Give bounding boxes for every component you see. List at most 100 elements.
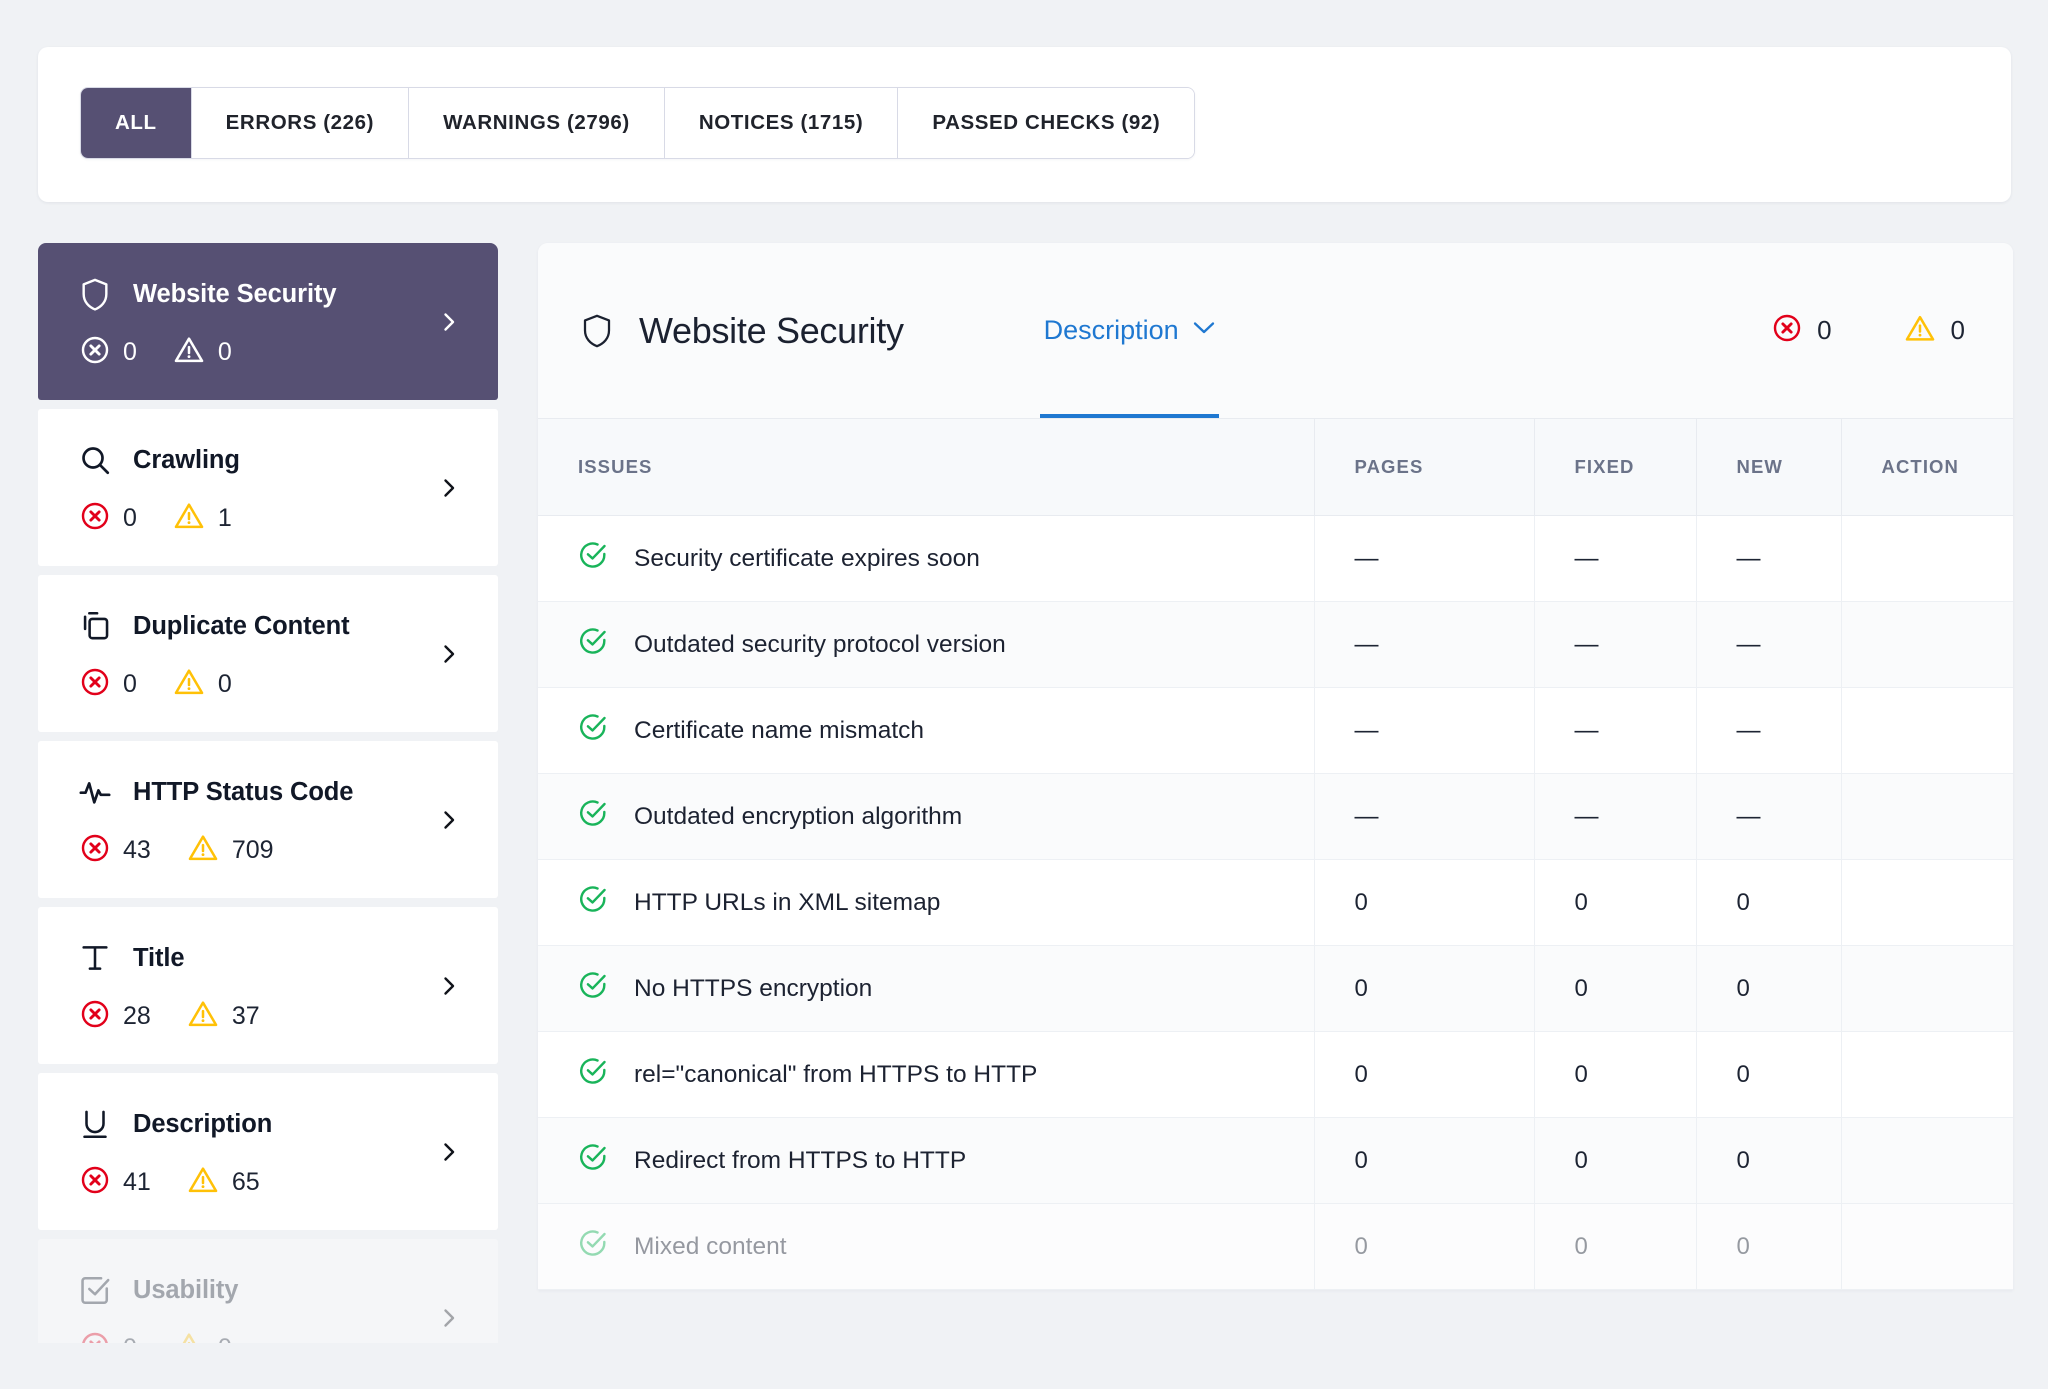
- chevron-right-icon[interactable]: [438, 643, 460, 665]
- filter-tab-errors-226[interactable]: ERRORS (226): [190, 88, 409, 158]
- sidebar-item-title[interactable]: Title 28 37: [38, 907, 498, 1064]
- cell-action[interactable]: [1841, 1031, 2013, 1118]
- cell-issue: rel="canonical" from HTTPS to HTTP: [538, 1031, 1315, 1118]
- sidebar-item-website-security[interactable]: Website Security 0 0: [38, 243, 498, 400]
- sidebar-error-stat: 41: [80, 1165, 151, 1200]
- issue-filter-tabs[interactable]: ALL ERRORS (226) WARNINGS (2796) NOTICES (1…: [80, 87, 1196, 159]
- chevron-right-icon[interactable]: [438, 809, 460, 831]
- filter-tabs-card: ALL ERRORS (226) WARNINGS (2796) NOTICES (1…: [38, 47, 2011, 202]
- description-dropdown[interactable]: Description: [1039, 243, 1219, 418]
- error-circle-x-icon: [80, 1165, 110, 1200]
- cell-new: 0: [1696, 1031, 1842, 1118]
- sidebar-warning-stat: 0: [173, 667, 232, 702]
- table-row[interactable]: No HTTPS encryption 0 0 0: [538, 945, 2013, 1032]
- sidebar-item-crawling[interactable]: Crawling 0 1: [38, 409, 498, 566]
- table-row[interactable]: Mixed content 0 0 0: [538, 1203, 2013, 1290]
- sidebar-item-usability[interactable]: Usability00: [38, 1239, 498, 1343]
- cell-action[interactable]: [1841, 601, 2013, 688]
- error-circle-x-icon: [80, 667, 110, 702]
- sidebar-item-label: Crawling: [133, 445, 240, 474]
- table-row[interactable]: rel="canonical" from HTTPS to HTTP 0 0 0: [538, 1031, 2013, 1118]
- sidebar-warning-count: 0: [217, 338, 232, 366]
- check-circle-icon: [578, 970, 608, 1007]
- chevron-right-icon[interactable]: [438, 311, 460, 333]
- cell-action[interactable]: [1841, 859, 2013, 946]
- cell-pages: 0: [1314, 945, 1535, 1032]
- issue-label: HTTP URLs in XML sitemap: [634, 888, 941, 916]
- sidebar-error-count: 0: [123, 504, 137, 532]
- chevron-right-icon[interactable]: [438, 1141, 460, 1163]
- cell-issue: Mixed content: [538, 1203, 1315, 1290]
- cell-fixed: 0: [1534, 1203, 1697, 1290]
- issue-label: Mixed content: [634, 1232, 787, 1260]
- cell-action[interactable]: [1841, 1117, 2013, 1204]
- issues-panel: Website Security Description 0 0 ISSUES …: [538, 243, 2013, 1290]
- sidebar-item-heading: HTTP Status Code: [78, 775, 458, 809]
- issue-label: Outdated encryption algorithm: [634, 802, 963, 830]
- filter-tab-all[interactable]: ALL: [81, 88, 191, 158]
- cell-action[interactable]: [1841, 687, 2013, 774]
- check-circle-icon: [578, 1142, 608, 1179]
- cell-action[interactable]: [1841, 945, 2013, 1032]
- audit-page: ALL ERRORS (226) WARNINGS (2796) NOTICES (1…: [0, 0, 2048, 1389]
- table-row[interactable]: Certificate name mismatch — — —: [538, 687, 2013, 774]
- sidebar-item-description[interactable]: Description 41 65: [38, 1073, 498, 1230]
- header-warning-count: 0: [1904, 314, 1965, 348]
- cell-new: —: [1696, 515, 1842, 602]
- cell-fixed: —: [1534, 515, 1697, 602]
- sidebar-error-stat: 0: [80, 1331, 137, 1343]
- sidebar-item-heading: Crawling: [78, 443, 458, 477]
- column-header-issues: ISSUES: [538, 418, 1315, 516]
- table-row[interactable]: Outdated encryption algorithm — — —: [538, 773, 2013, 860]
- error-circle-x-icon: [80, 335, 110, 370]
- check-circle-icon: [578, 884, 608, 921]
- sidebar-warning-stat: 37: [187, 999, 260, 1034]
- table-row[interactable]: HTTP URLs in XML sitemap 0 0 0: [538, 859, 2013, 946]
- sidebar-warning-count: 65: [231, 1168, 260, 1196]
- sidebar-error-stat: 43: [80, 833, 151, 868]
- check-circle-icon: [578, 798, 608, 835]
- chevron-right-icon[interactable]: [438, 477, 460, 499]
- sidebar-error-count: 28: [123, 1002, 151, 1030]
- cell-issue: Outdated security protocol version: [538, 601, 1315, 688]
- cell-fixed: —: [1534, 601, 1697, 688]
- sidebar-item-http-status-code[interactable]: HTTP Status Code 43 709: [38, 741, 498, 898]
- sidebar-error-stat: 28: [80, 999, 151, 1034]
- table-row[interactable]: Security certificate expires soon — — —: [538, 515, 2013, 602]
- filter-tab-notices-1715[interactable]: NOTICES (1715): [663, 88, 898, 158]
- table-row[interactable]: Outdated security protocol version — — —: [538, 601, 2013, 688]
- error-circle-x-icon: [80, 999, 110, 1034]
- checkbox-icon: [78, 1273, 112, 1307]
- sidebar-error-stat: 0: [80, 667, 137, 702]
- cell-issue: HTTP URLs in XML sitemap: [538, 859, 1315, 946]
- header-error-count-value: 0: [1817, 315, 1832, 345]
- shield-icon: [78, 277, 112, 311]
- sidebar-warning-count: 1: [217, 504, 232, 532]
- sidebar-item-heading: Website Security: [78, 277, 458, 311]
- cell-pages: 0: [1314, 859, 1535, 946]
- issue-label: No HTTPS encryption: [634, 974, 873, 1002]
- table-row[interactable]: Redirect from HTTPS to HTTP 0 0 0: [538, 1117, 2013, 1204]
- error-circle-x-icon: [80, 833, 110, 868]
- description-dropdown-label: Description: [1043, 315, 1179, 345]
- cell-fixed: 0: [1534, 945, 1697, 1032]
- search-icon: [78, 443, 112, 477]
- sidebar-item-stats: 01: [78, 501, 458, 536]
- sidebar-item-heading: Description: [78, 1107, 458, 1141]
- filter-tab-warnings-2796[interactable]: WARNINGS (2796): [408, 88, 664, 158]
- chevron-right-icon[interactable]: [438, 1307, 460, 1329]
- category-sidebar[interactable]: Website Security 0 0 Crawling 0 1 Duplicate Co…: [38, 243, 498, 1343]
- cell-action[interactable]: [1841, 1203, 2013, 1290]
- issue-label: Certificate name mismatch: [634, 716, 925, 744]
- cell-action[interactable]: [1841, 515, 2013, 602]
- filter-tab-passed-checks-92[interactable]: PASSED CHECKS (92): [897, 88, 1195, 158]
- chevron-right-icon[interactable]: [438, 975, 460, 997]
- cell-fixed: —: [1534, 773, 1697, 860]
- cell-new: —: [1696, 687, 1842, 774]
- issue-label: Security certificate expires soon: [634, 544, 980, 572]
- cell-issue: Redirect from HTTPS to HTTP: [538, 1117, 1315, 1204]
- cell-pages: —: [1314, 687, 1535, 774]
- cell-action[interactable]: [1841, 773, 2013, 860]
- cell-pages: —: [1314, 515, 1535, 602]
- sidebar-item-duplicate-content[interactable]: Duplicate Content 0 0: [38, 575, 498, 732]
